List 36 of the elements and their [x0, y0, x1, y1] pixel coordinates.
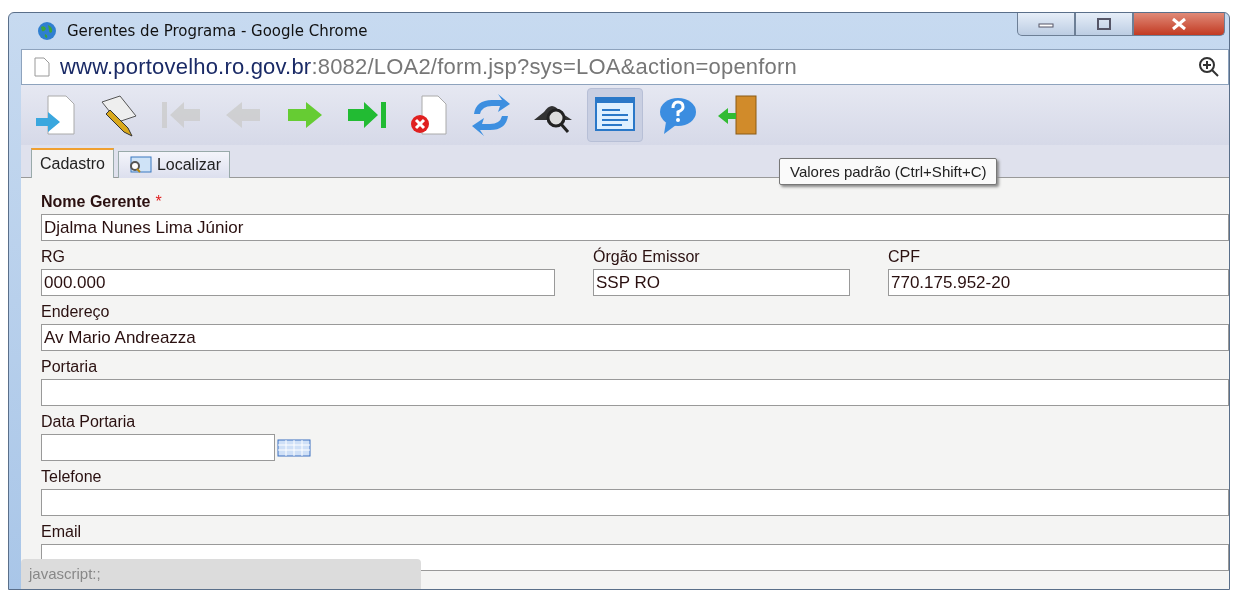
url-text: www.portovelho.ro.gov.br:8082/LOA2/form.jsp?sys=LOA&action=openforn — [60, 54, 797, 80]
field-label: CPF — [888, 247, 920, 267]
text-field[interactable] — [41, 379, 1229, 406]
field-label: RG — [41, 247, 65, 267]
globe-icon — [37, 21, 57, 41]
required-marker: * — [155, 192, 162, 212]
tab[interactable]: Localizar — [117, 151, 230, 178]
minimize-icon — [1037, 20, 1055, 28]
maximize-icon — [1096, 18, 1112, 30]
calendar-icon[interactable] — [277, 438, 311, 457]
field-label: Email — [41, 522, 81, 542]
link-status-toast: javascript:; — [21, 559, 421, 589]
field-label: Telefone — [41, 467, 102, 487]
maximize-button[interactable] — [1075, 13, 1133, 36]
date-field[interactable] — [41, 434, 275, 461]
close-button[interactable] — [1133, 13, 1225, 36]
field-label: Endereço — [41, 302, 110, 322]
text-field[interactable]: Djalma Nunes Lima Júnior — [41, 214, 1229, 241]
field-label: Nome Gerente — [41, 192, 151, 212]
zoom-icon[interactable] — [1198, 56, 1220, 78]
field-label: Portaria — [41, 357, 98, 377]
address-bar[interactable]: www.portovelho.ro.gov.br:8082/LOA2/form.jsp?sys=LOA&action=openforn — [21, 49, 1229, 85]
close-icon — [1170, 17, 1188, 31]
text-field[interactable]: 000.000 — [41, 269, 555, 296]
defaults-button[interactable] — [587, 88, 643, 142]
text-field[interactable] — [41, 489, 1229, 516]
window-title: Gerentes de Programa - Google Chrome — [67, 22, 368, 40]
tooltip: Valores padrão (Ctrl+Shift+C) — [779, 158, 998, 185]
text-field[interactable]: SSP RO — [593, 269, 850, 296]
text-field[interactable]: 770.175.952-20 — [888, 269, 1229, 296]
minimize-button[interactable] — [1017, 13, 1075, 36]
tab[interactable]: Cadastro — [31, 148, 114, 178]
field-label: Órgão Emissor — [593, 247, 700, 267]
text-field[interactable]: Av Mario Andreazza — [41, 324, 1229, 351]
field-label: Data Portaria — [41, 412, 136, 432]
page-icon — [34, 57, 50, 77]
